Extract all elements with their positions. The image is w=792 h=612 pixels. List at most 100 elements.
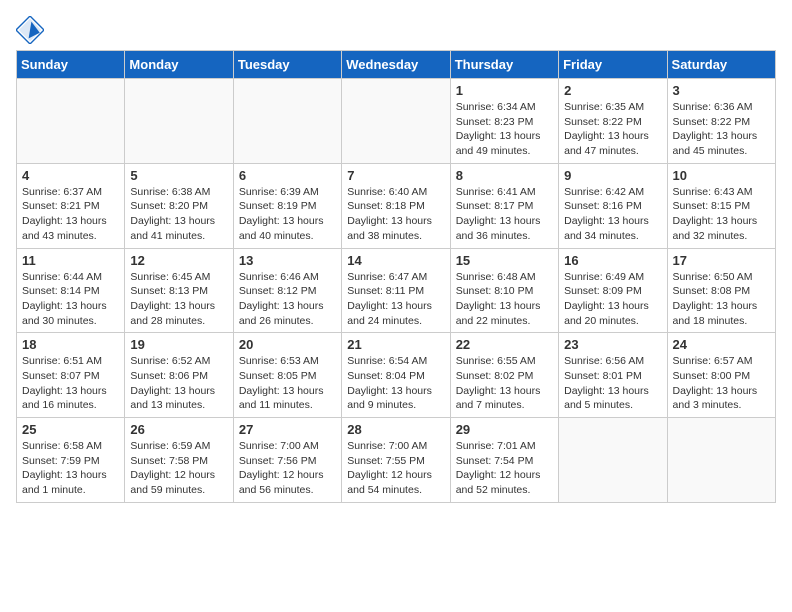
calendar-cell: 25 Sunrise: 6:58 AM Sunset: 7:59 PM Dayli… — [17, 418, 125, 503]
calendar-cell: 10Sunrise: 6:43 AM Sunset: 8:15 PM Dayli… — [667, 163, 775, 248]
day-number: 23 — [564, 337, 661, 352]
day-number: 15 — [456, 253, 553, 268]
calendar-cell: 8 Sunrise: 6:41 AM Sunset: 8:17 PM Daylig… — [450, 163, 558, 248]
day-number: 11 — [22, 253, 119, 268]
day-info: Sunrise: 6:54 AM Sunset: 8:04 PM Dayligh… — [347, 354, 444, 413]
calendar-week-4: 18 Sunrise: 6:51 AM Sunset: 8:07 PM Dayli… — [17, 333, 776, 418]
day-number: 25 — [22, 422, 119, 437]
calendar-cell: 2 Sunrise: 6:35 AM Sunset: 8:22 PM Daylig… — [559, 79, 667, 164]
day-header-wednesday: Wednesday — [342, 51, 450, 79]
day-number: 7 — [347, 168, 444, 183]
calendar-cell: 9 Sunrise: 6:42 AM Sunset: 8:16 PM Daylig… — [559, 163, 667, 248]
day-info: Sunrise: 6:38 AM Sunset: 8:20 PM Dayligh… — [130, 185, 227, 244]
day-header-thursday: Thursday — [450, 51, 558, 79]
calendar-cell: 24 Sunrise: 6:57 AM Sunset: 8:00 PM Dayli… — [667, 333, 775, 418]
day-info: Sunrise: 6:52 AM Sunset: 8:06 PM Dayligh… — [130, 354, 227, 413]
calendar-cell: 28 Sunrise: 7:00 AM Sunset: 7:55 PM Dayli… — [342, 418, 450, 503]
day-info: Sunrise: 6:40 AM Sunset: 8:18 PM Dayligh… — [347, 185, 444, 244]
day-number: 10 — [673, 168, 770, 183]
calendar-cell: 11Sunrise: 6:44 AM Sunset: 8:14 PM Dayli… — [17, 248, 125, 333]
calendar-week-1: 1 Sunrise: 6:34 AM Sunset: 8:23 PM Daylig… — [17, 79, 776, 164]
day-info: Sunrise: 6:55 AM Sunset: 8:02 PM Dayligh… — [456, 354, 553, 413]
calendar-cell: 5 Sunrise: 6:38 AM Sunset: 8:20 PM Daylig… — [125, 163, 233, 248]
calendar-cell: 27 Sunrise: 7:00 AM Sunset: 7:56 PM Dayli… — [233, 418, 341, 503]
calendar-cell: 26Sunrise: 6:59 AM Sunset: 7:58 PM Dayli… — [125, 418, 233, 503]
day-number: 1 — [456, 83, 553, 98]
page-header — [16, 16, 776, 44]
calendar-week-5: 25 Sunrise: 6:58 AM Sunset: 7:59 PM Dayli… — [17, 418, 776, 503]
calendar-cell — [17, 79, 125, 164]
calendar-cell: 16 Sunrise: 6:49 AM Sunset: 8:09 PM Dayli… — [559, 248, 667, 333]
day-info: Sunrise: 6:59 AM Sunset: 7:58 PM Dayligh… — [130, 439, 227, 498]
day-info: Sunrise: 6:51 AM Sunset: 8:07 PM Dayligh… — [22, 354, 119, 413]
day-info: Sunrise: 6:50 AM Sunset: 8:08 PM Dayligh… — [673, 270, 770, 329]
calendar-cell: 29 Sunrise: 7:01 AM Sunset: 7:54 PM Dayli… — [450, 418, 558, 503]
calendar-cell — [559, 418, 667, 503]
calendar-cell: 21 Sunrise: 6:54 AM Sunset: 8:04 PM Dayli… — [342, 333, 450, 418]
day-number: 18 — [22, 337, 119, 352]
day-info: Sunrise: 7:00 AM Sunset: 7:56 PM Dayligh… — [239, 439, 336, 498]
day-info: Sunrise: 6:34 AM Sunset: 8:23 PM Dayligh… — [456, 100, 553, 159]
calendar-cell: 20 Sunrise: 6:53 AM Sunset: 8:05 PM Dayli… — [233, 333, 341, 418]
day-number: 2 — [564, 83, 661, 98]
calendar-cell: 17 Sunrise: 6:50 AM Sunset: 8:08 PM Dayli… — [667, 248, 775, 333]
calendar-cell — [125, 79, 233, 164]
day-info: Sunrise: 7:00 AM Sunset: 7:55 PM Dayligh… — [347, 439, 444, 498]
day-info: Sunrise: 6:56 AM Sunset: 8:01 PM Dayligh… — [564, 354, 661, 413]
calendar-cell — [667, 418, 775, 503]
day-number: 28 — [347, 422, 444, 437]
day-number: 17 — [673, 253, 770, 268]
day-info: Sunrise: 6:53 AM Sunset: 8:05 PM Dayligh… — [239, 354, 336, 413]
day-number: 13 — [239, 253, 336, 268]
day-info: Sunrise: 6:45 AM Sunset: 8:13 PM Dayligh… — [130, 270, 227, 329]
calendar-cell: 14Sunrise: 6:47 AM Sunset: 8:11 PM Dayli… — [342, 248, 450, 333]
logo-icon — [16, 16, 44, 44]
calendar-cell: 15 Sunrise: 6:48 AM Sunset: 8:10 PM Dayli… — [450, 248, 558, 333]
day-number: 9 — [564, 168, 661, 183]
calendar-cell: 12 Sunrise: 6:45 AM Sunset: 8:13 PM Dayli… — [125, 248, 233, 333]
calendar-cell: 13 Sunrise: 6:46 AM Sunset: 8:12 PM Dayli… — [233, 248, 341, 333]
calendar-cell: 18 Sunrise: 6:51 AM Sunset: 8:07 PM Dayli… — [17, 333, 125, 418]
calendar-cell — [342, 79, 450, 164]
logo — [16, 16, 48, 44]
day-header-sunday: Sunday — [17, 51, 125, 79]
day-info: Sunrise: 6:47 AM Sunset: 8:11 PM Dayligh… — [347, 270, 444, 329]
calendar-cell — [233, 79, 341, 164]
day-info: Sunrise: 6:57 AM Sunset: 8:00 PM Dayligh… — [673, 354, 770, 413]
day-number: 5 — [130, 168, 227, 183]
day-info: Sunrise: 6:58 AM Sunset: 7:59 PM Dayligh… — [22, 439, 119, 498]
day-info: Sunrise: 6:41 AM Sunset: 8:17 PM Dayligh… — [456, 185, 553, 244]
day-info: Sunrise: 6:39 AM Sunset: 8:19 PM Dayligh… — [239, 185, 336, 244]
day-number: 6 — [239, 168, 336, 183]
day-number: 24 — [673, 337, 770, 352]
day-info: Sunrise: 6:42 AM Sunset: 8:16 PM Dayligh… — [564, 185, 661, 244]
day-number: 4 — [22, 168, 119, 183]
day-info: Sunrise: 6:37 AM Sunset: 8:21 PM Dayligh… — [22, 185, 119, 244]
calendar-cell: 1 Sunrise: 6:34 AM Sunset: 8:23 PM Daylig… — [450, 79, 558, 164]
day-number: 20 — [239, 337, 336, 352]
calendar-week-3: 11Sunrise: 6:44 AM Sunset: 8:14 PM Dayli… — [17, 248, 776, 333]
day-header-saturday: Saturday — [667, 51, 775, 79]
calendar-cell: 22Sunrise: 6:55 AM Sunset: 8:02 PM Dayli… — [450, 333, 558, 418]
day-number: 27 — [239, 422, 336, 437]
calendar-cell: 3 Sunrise: 6:36 AM Sunset: 8:22 PM Daylig… — [667, 79, 775, 164]
day-header-monday: Monday — [125, 51, 233, 79]
day-number: 16 — [564, 253, 661, 268]
day-info: Sunrise: 6:46 AM Sunset: 8:12 PM Dayligh… — [239, 270, 336, 329]
day-number: 12 — [130, 253, 227, 268]
calendar-cell: 19Sunrise: 6:52 AM Sunset: 8:06 PM Dayli… — [125, 333, 233, 418]
day-number: 8 — [456, 168, 553, 183]
day-info: Sunrise: 6:49 AM Sunset: 8:09 PM Dayligh… — [564, 270, 661, 329]
day-info: Sunrise: 7:01 AM Sunset: 7:54 PM Dayligh… — [456, 439, 553, 498]
calendar-cell: 4 Sunrise: 6:37 AM Sunset: 8:21 PM Daylig… — [17, 163, 125, 248]
day-header-tuesday: Tuesday — [233, 51, 341, 79]
calendar-table: SundayMondayTuesdayWednesdayThursdayFrid… — [16, 50, 776, 503]
day-number: 21 — [347, 337, 444, 352]
day-info: Sunrise: 6:35 AM Sunset: 8:22 PM Dayligh… — [564, 100, 661, 159]
day-number: 29 — [456, 422, 553, 437]
day-number: 3 — [673, 83, 770, 98]
calendar-cell: 7 Sunrise: 6:40 AM Sunset: 8:18 PM Daylig… — [342, 163, 450, 248]
calendar-week-2: 4 Sunrise: 6:37 AM Sunset: 8:21 PM Daylig… — [17, 163, 776, 248]
day-info: Sunrise: 6:36 AM Sunset: 8:22 PM Dayligh… — [673, 100, 770, 159]
day-info: Sunrise: 6:48 AM Sunset: 8:10 PM Dayligh… — [456, 270, 553, 329]
